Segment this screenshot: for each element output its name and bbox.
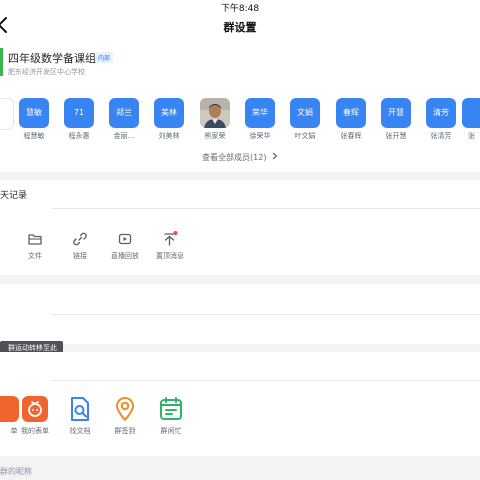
- chat-record-label[interactable]: 天记录: [0, 188, 27, 201]
- my-form-icon: [22, 396, 48, 422]
- member-name: 徐荣华: [249, 132, 271, 140]
- divider: [52, 314, 480, 315]
- member-avatar: 春辉: [336, 98, 366, 128]
- member-item[interactable]: 郑兰 金丽...: [104, 98, 144, 141]
- member-name: 张清芳: [430, 132, 452, 140]
- group-tag-badge: 内部: [95, 52, 114, 63]
- member-avatar: 郑兰: [109, 98, 139, 128]
- group-organization: 肥东经济开发区中心学校: [8, 68, 85, 76]
- app-label: 群闲忙: [160, 427, 182, 435]
- pin-icon: [164, 231, 178, 246]
- tool-file[interactable]: 文件: [13, 230, 57, 261]
- member-name: 刘美林: [158, 132, 180, 140]
- member-item[interactable]: 开慧 张开慧: [376, 98, 416, 141]
- group-nickname-label[interactable]: 群的昵称: [0, 466, 32, 477]
- member-name: 金丽...: [113, 132, 135, 140]
- member-name: 张春辉: [340, 132, 362, 140]
- app-label: 我的表单: [21, 427, 49, 435]
- member-name: 程永惠: [68, 132, 90, 140]
- link-icon: [73, 232, 87, 246]
- live-replay-icon: [118, 233, 132, 245]
- person-photo-icon: [200, 98, 230, 128]
- calendar-icon: [160, 397, 182, 420]
- member-avatar: 文娟: [290, 98, 320, 128]
- member-item[interactable]: 文娟 叶文娟: [285, 98, 325, 141]
- member-name: 张开慧: [385, 132, 407, 140]
- group-accent-bar: [0, 48, 3, 76]
- member-item[interactable]: 荣华 徐荣华: [240, 98, 280, 141]
- member-avatar: 荣华: [245, 98, 275, 128]
- page-title: 群设置: [223, 21, 257, 34]
- tool-label: 直播回放: [111, 252, 139, 260]
- member-item[interactable]: 71 程永惠: [59, 98, 99, 141]
- chevron-right-icon: [272, 152, 278, 160]
- member-item[interactable]: 美林 刘美林: [149, 98, 189, 141]
- divider: [52, 380, 480, 381]
- member-avatar: 美林: [154, 98, 184, 128]
- member-avatar: 开慧: [381, 98, 411, 128]
- group-name[interactable]: 四年级数学备课组: [8, 50, 96, 66]
- app-my-form[interactable]: 我的表单: [15, 396, 55, 436]
- divider: [52, 208, 480, 209]
- member-avatar: 71: [64, 98, 94, 128]
- member-avatar: [0, 98, 14, 130]
- member-name: 叶文娟: [294, 132, 316, 140]
- member-avatar: 清芳: [426, 98, 456, 128]
- member-name: 熊家荣: [204, 132, 226, 140]
- tool-label: 文件: [28, 252, 42, 260]
- view-all-members-label: 查看全部成员(12): [202, 153, 267, 162]
- member-avatar: [462, 98, 480, 128]
- folder-icon: [28, 234, 42, 245]
- status-time: 下午8:48: [220, 4, 260, 14]
- tool-link[interactable]: 链接: [58, 230, 102, 261]
- member-name: 张: [468, 132, 475, 140]
- tool-live-replay[interactable]: 直播回放: [103, 230, 147, 261]
- tooltip-text: 群运动转移至此: [8, 344, 57, 352]
- member-item[interactable]: 熊家荣: [195, 98, 235, 141]
- find-doc-icon: [71, 397, 89, 421]
- app-label: 找文档: [69, 427, 91, 435]
- app-calendar[interactable]: 群闲忙: [151, 396, 191, 436]
- view-all-members-link[interactable]: 查看全部成员(12): [0, 152, 480, 163]
- member-avatar-photo: [200, 98, 230, 128]
- member-avatar: 慧敏: [19, 98, 49, 128]
- member-item[interactable]: 慧敏 程慧敏: [14, 98, 54, 141]
- member-item[interactable]: 春辉 张春辉: [331, 98, 371, 141]
- check-in-icon: [116, 397, 134, 421]
- member-item[interactable]: 张: [462, 98, 480, 141]
- tool-pinned-messages[interactable]: 置顶消息: [148, 230, 192, 261]
- member-item[interactable]: 清芳 张清芳: [421, 98, 461, 141]
- tool-label: 置顶消息: [156, 252, 184, 260]
- app-find-doc[interactable]: 找文档: [60, 396, 100, 436]
- tool-label: 链接: [73, 252, 87, 260]
- app-check-in[interactable]: 群签到: [105, 396, 145, 436]
- app-label: 群签到: [114, 427, 136, 435]
- member-name: 程慧敏: [23, 132, 45, 140]
